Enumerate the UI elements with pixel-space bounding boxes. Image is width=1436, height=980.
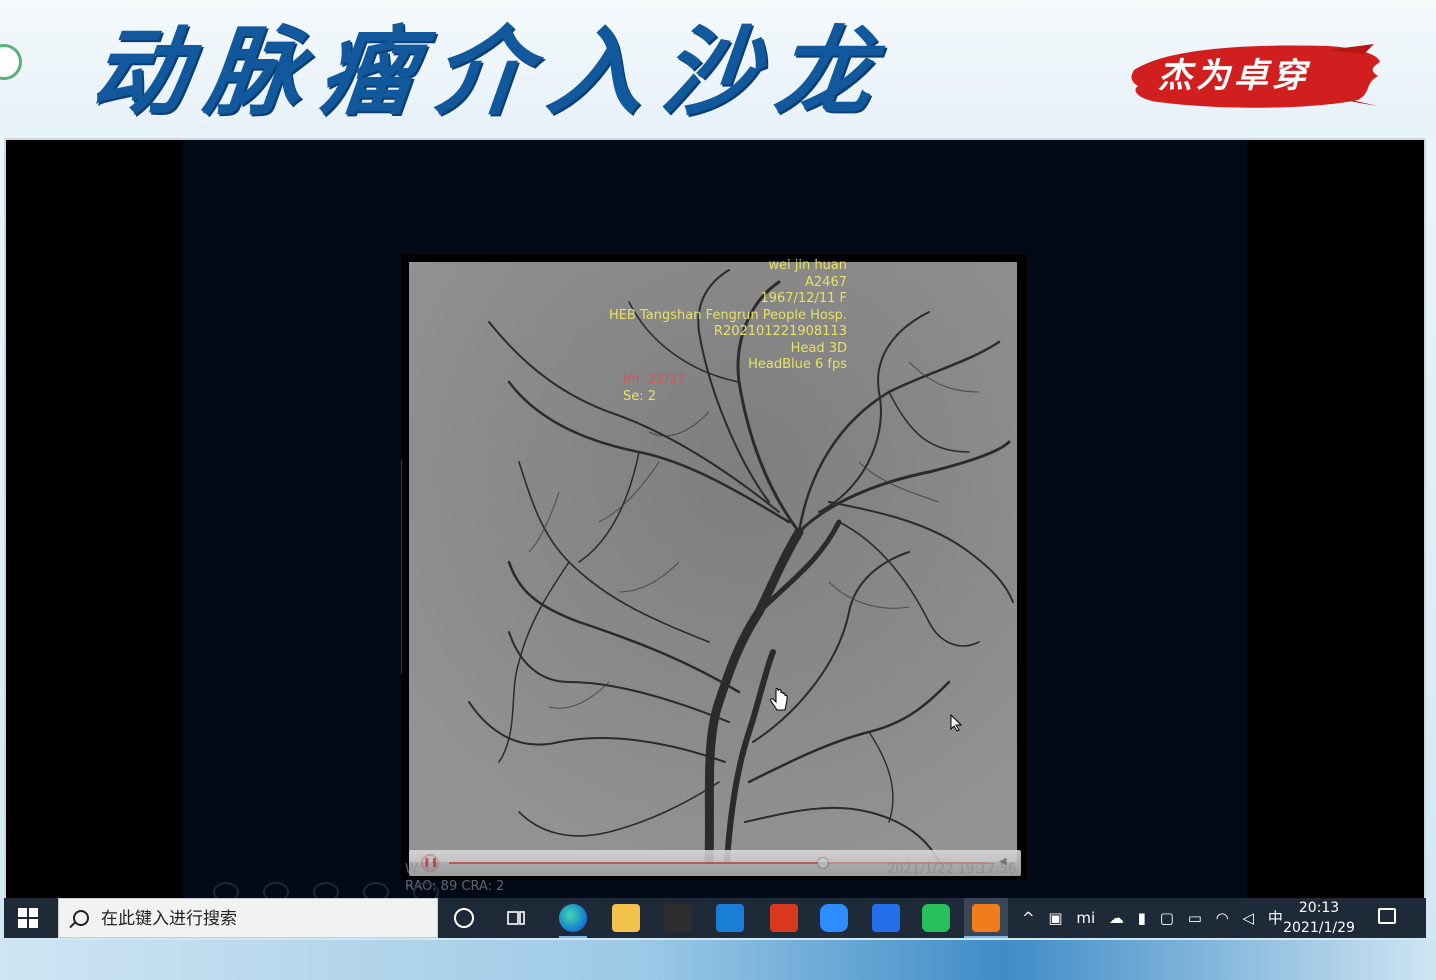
overlay-image-index: Im: 22/37 bbox=[623, 372, 686, 387]
panel-edge-marker bbox=[401, 460, 402, 674]
overlay-patient-info: wei jin huan A2467 1967/12/11 F HEB Tang… bbox=[609, 258, 847, 374]
logo-icon bbox=[0, 44, 22, 80]
office-icon[interactable] bbox=[770, 904, 798, 932]
wps-icon[interactable] bbox=[872, 904, 900, 932]
shared-screen: Im: 22/37 Se: 2 wei jin huan A2467 1967/… bbox=[4, 138, 1426, 938]
overlay-series: Se: 2 bbox=[623, 388, 657, 404]
overlay-window-level: W: H: bbox=[405, 862, 440, 877]
tray-network-app-icon[interactable]: ▣ bbox=[1048, 898, 1062, 938]
windows-taskbar: 在此键入进行搜索 ^ ▣ mi ☁ ▮ ▢ ▭ ◠ ◁ 中 20:13 2021… bbox=[4, 898, 1426, 938]
brush-text: 杰为卓穿 bbox=[1158, 56, 1310, 96]
active-indicator bbox=[964, 936, 1008, 938]
search-icon bbox=[73, 910, 89, 926]
tray-cloud-icon[interactable]: ☁ bbox=[1109, 898, 1124, 938]
taskbar-clock[interactable]: 20:13 2021/1/29 bbox=[1274, 898, 1364, 938]
zoom-icon[interactable] bbox=[820, 904, 848, 932]
cortana-icon[interactable] bbox=[454, 908, 474, 928]
system-tray: ^ ▣ mi ☁ ▮ ▢ ▭ ◠ ◁ 中 bbox=[1022, 898, 1292, 938]
playback-progress bbox=[449, 862, 822, 864]
banner: 动脉瘤介入沙龙 杰为卓穿 bbox=[0, 0, 1436, 136]
clock-date: 2021/1/29 bbox=[1283, 920, 1355, 936]
overlay-study-id: R202101221908113 bbox=[713, 324, 847, 339]
overlay-image-info: Im: 22/37 Se: 2 bbox=[623, 372, 685, 405]
tray-overflow-icon[interactable]: ^ bbox=[1022, 898, 1035, 938]
overlay-hospital: HEB Tangshan Fengrun People Hosp. bbox=[608, 307, 847, 323]
tray-volume-icon[interactable]: ◁ bbox=[1243, 898, 1255, 938]
mail-icon[interactable] bbox=[716, 904, 744, 932]
tray-mi-icon[interactable]: mi bbox=[1076, 898, 1095, 938]
overlay-protocol: Head 3D bbox=[790, 340, 847, 356]
overlay-patient-name: wei jin huan bbox=[768, 258, 847, 273]
task-view-icon[interactable] bbox=[506, 908, 526, 928]
tray-wifi-icon[interactable]: ◠ bbox=[1216, 898, 1229, 938]
overlay-framerate: HeadBlue 6 fps bbox=[748, 357, 847, 372]
wechat-icon[interactable] bbox=[922, 904, 950, 932]
notification-icon[interactable] bbox=[1378, 908, 1396, 924]
clock-time: 20:13 bbox=[1298, 900, 1340, 916]
player-icon[interactable] bbox=[972, 904, 1000, 932]
file-explorer-icon[interactable] bbox=[612, 904, 640, 932]
edge-icon[interactable] bbox=[559, 904, 587, 932]
start-icon[interactable] bbox=[18, 908, 38, 928]
playback-knob[interactable] bbox=[816, 857, 829, 869]
tray-battery-icon[interactable]: ▭ bbox=[1188, 898, 1202, 938]
overlay-birthdate: 1967/12/11 F bbox=[760, 291, 847, 306]
tray-mic-icon[interactable]: ▮ bbox=[1138, 898, 1146, 938]
background-strip bbox=[0, 940, 1436, 980]
running-indicator bbox=[559, 936, 587, 938]
taskbar-search-box[interactable]: 在此键入进行搜索 bbox=[58, 898, 438, 938]
search-placeholder: 在此键入进行搜索 bbox=[101, 909, 237, 929]
overlay-patient-id: A2467 bbox=[805, 274, 847, 290]
hand-cursor-icon bbox=[770, 688, 788, 711]
brush-badge: 杰为卓穿 bbox=[1128, 40, 1382, 112]
tray-device-icon[interactable]: ▢ bbox=[1160, 898, 1174, 938]
store-icon[interactable] bbox=[664, 904, 692, 932]
banner-title: 动脉瘤介入沙龙 bbox=[86, 16, 896, 128]
arrow-cursor-icon bbox=[950, 714, 962, 732]
dicom-viewer: Im: 22/37 Se: 2 wei jin huan A2467 1967/… bbox=[183, 140, 1247, 902]
overlay-acquisition-time: 2021/1/22 19:17:56 bbox=[887, 862, 1017, 877]
